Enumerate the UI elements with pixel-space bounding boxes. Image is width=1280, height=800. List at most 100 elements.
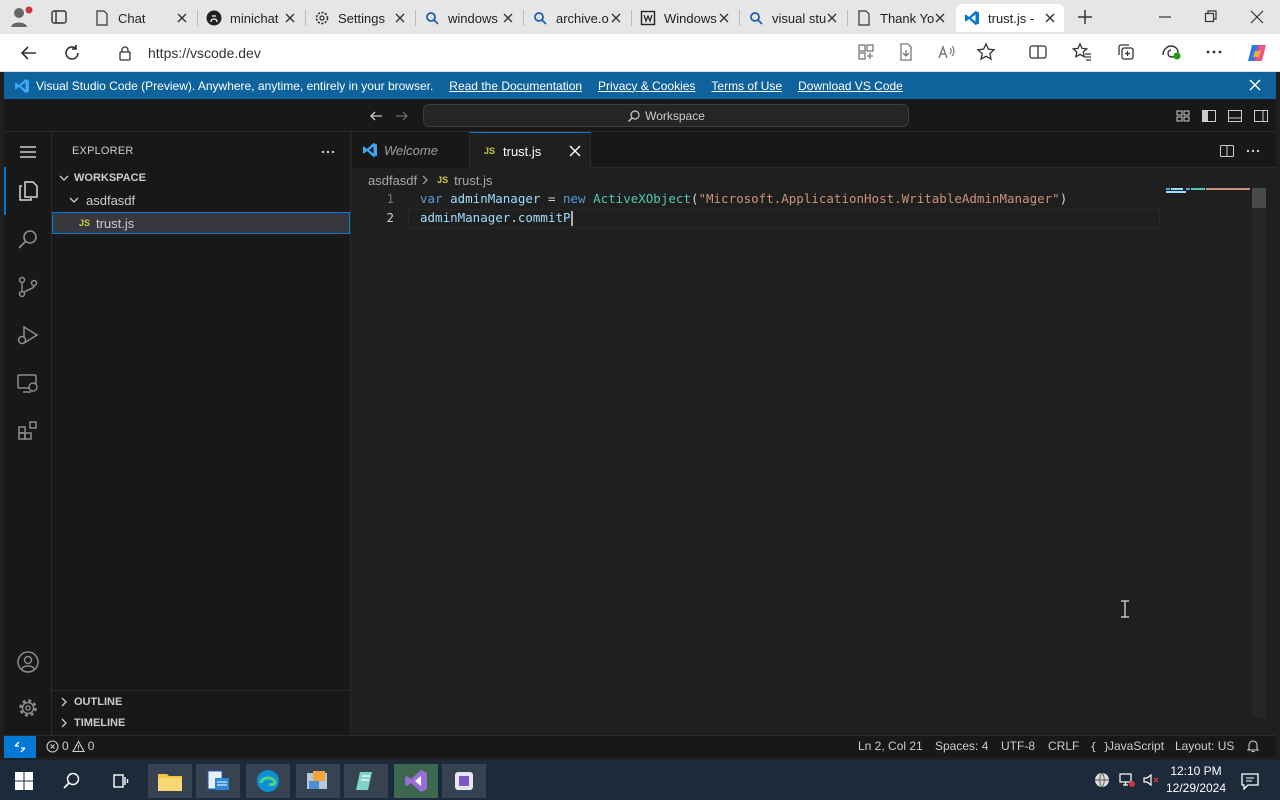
copilot-icon[interactable]: [1246, 42, 1268, 64]
search-icon[interactable]: [16, 227, 40, 251]
editor-tab-welcome[interactable]: Welcome: [352, 132, 470, 168]
favorite-star-icon[interactable]: [976, 42, 998, 64]
close-icon[interactable]: [1042, 10, 1058, 26]
file-explorer-icon[interactable]: [148, 764, 192, 798]
favorites-icon[interactable]: [1072, 42, 1094, 64]
terms-of-use-link[interactable]: Terms of Use: [711, 79, 782, 93]
extensions-icon[interactable]: [16, 419, 40, 443]
encoding[interactable]: UTF-8: [1001, 739, 1035, 753]
editor-tab-trust-js[interactable]: JS trust.js: [470, 132, 591, 169]
code-line[interactable]: adminManager.commitP: [420, 210, 573, 226]
new-tab-button[interactable]: [1076, 8, 1094, 26]
profile-icon[interactable]: [10, 6, 34, 28]
install-icon[interactable]: [896, 42, 918, 64]
browser-tab-trust-js[interactable]: trust.js -: [956, 4, 1064, 32]
folder-asdfasdf[interactable]: asdfasdf: [52, 189, 350, 211]
system-clock[interactable]: 12:10 PM 12/29/2024: [1164, 763, 1228, 797]
more-actions-icon[interactable]: [320, 144, 336, 160]
window-close-icon[interactable]: [1250, 8, 1264, 26]
split-editor-icon[interactable]: [1219, 143, 1235, 159]
notifications-bell-icon[interactable]: [1246, 739, 1260, 753]
app-installer-icon[interactable]: [296, 764, 340, 798]
file-trust-js[interactable]: JS trust.js: [52, 212, 350, 234]
close-icon[interactable]: [608, 10, 624, 26]
start-button[interactable]: [2, 764, 46, 798]
go-back-icon[interactable]: [368, 108, 384, 124]
taskbar-search-icon[interactable]: [50, 764, 94, 798]
editor-more-actions-icon[interactable]: [1245, 143, 1261, 159]
restore-icon[interactable]: [1204, 8, 1218, 26]
banner-close-icon[interactable]: [1248, 78, 1262, 92]
more-options-icon[interactable]: [1204, 42, 1226, 64]
manage-gear-icon[interactable]: [16, 696, 40, 720]
app-available-icon[interactable]: [856, 42, 878, 64]
toggle-panel-icon[interactable]: [1227, 108, 1243, 124]
source-control-icon[interactable]: [16, 275, 40, 299]
url-bar[interactable]: https://vscode.dev: [104, 38, 846, 68]
read-aloud-icon[interactable]: [936, 42, 958, 64]
tab-actions-icon[interactable]: [50, 8, 68, 26]
browser-essentials-icon[interactable]: [1160, 42, 1182, 64]
vertical-scrollbar[interactable]: [1252, 188, 1266, 718]
close-icon[interactable]: [392, 10, 408, 26]
close-icon[interactable]: [568, 144, 582, 158]
back-icon[interactable]: [18, 42, 40, 64]
refresh-icon[interactable]: [61, 42, 83, 64]
workspace-section-header[interactable]: WORKSPACE: [52, 167, 350, 189]
privacy-cookies-link[interactable]: Privacy & Cookies: [598, 79, 695, 93]
edge-browser-icon[interactable]: [246, 764, 290, 798]
browser-tab-windows[interactable]: windows: [416, 4, 522, 32]
indentation[interactable]: Spaces: 4: [935, 739, 988, 753]
close-icon[interactable]: [282, 10, 298, 26]
accounts-icon[interactable]: [16, 650, 40, 674]
browser-tab-chat[interactable]: Chat: [86, 4, 196, 32]
read-documentation-link[interactable]: Read the Documentation: [449, 79, 582, 93]
minimap[interactable]: [1166, 188, 1252, 194]
breadcrumb-folder[interactable]: asdfasdf: [368, 173, 417, 188]
breadcrumb-file[interactable]: trust.js: [454, 173, 492, 188]
close-icon[interactable]: [824, 10, 840, 26]
toggle-primary-sidebar-icon[interactable]: [1201, 108, 1217, 124]
task-view-icon[interactable]: [98, 764, 142, 798]
browser-tab-minichat[interactable]: minichat: [198, 4, 304, 32]
toggle-secondary-sidebar-icon[interactable]: [1253, 108, 1269, 124]
volume-muted-icon[interactable]: [1142, 772, 1160, 788]
download-vscode-link[interactable]: Download VS Code: [798, 79, 903, 93]
visual-studio-icon[interactable]: [394, 764, 438, 798]
minimize-icon[interactable]: [1158, 8, 1172, 26]
collections-icon[interactable]: [1116, 42, 1138, 64]
browser-tab-visual-studio[interactable]: visual stu: [740, 4, 846, 32]
explorer-icon[interactable]: [4, 167, 40, 215]
url-text[interactable]: https://vscode.dev: [148, 45, 261, 61]
end-of-line[interactable]: CRLF: [1048, 739, 1079, 753]
outline-section-header[interactable]: OUTLINE: [52, 690, 350, 712]
action-center-icon[interactable]: [1240, 772, 1260, 790]
browser-tab-archive[interactable]: archive.o: [524, 4, 630, 32]
language-mode[interactable]: JavaScript: [1108, 739, 1164, 753]
notepad-icon[interactable]: [344, 764, 388, 798]
code-line[interactable]: var adminManager = new ActiveXObject("Mi…: [420, 191, 1067, 206]
lock-icon[interactable]: [118, 45, 132, 61]
media-app-icon[interactable]: [442, 764, 486, 798]
problems-indicator[interactable]: 0 0: [46, 739, 94, 753]
scrollbar-thumb[interactable]: [1252, 188, 1266, 208]
split-screen-icon[interactable]: [1028, 42, 1050, 64]
close-icon[interactable]: [932, 10, 948, 26]
keyboard-layout[interactable]: Layout: US: [1175, 739, 1234, 753]
go-forward-icon[interactable]: [394, 108, 410, 124]
remote-explorer-icon[interactable]: [16, 371, 40, 395]
close-icon[interactable]: [716, 10, 732, 26]
document-viewer-icon[interactable]: [196, 764, 240, 798]
cursor-position[interactable]: Ln 2, Col 21: [858, 739, 923, 753]
close-icon[interactable]: [500, 10, 516, 26]
remote-indicator[interactable]: [4, 736, 36, 758]
browser-tab-settings[interactable]: Settings: [306, 4, 414, 32]
browser-tab-thank-you[interactable]: Thank Yo: [848, 4, 954, 32]
close-icon[interactable]: [174, 10, 190, 26]
customize-layout-icon[interactable]: [1175, 108, 1191, 124]
menu-icon[interactable]: [16, 140, 40, 164]
timeline-section-header[interactable]: TIMELINE: [52, 712, 350, 734]
command-center[interactable]: Workspace: [423, 104, 909, 127]
run-debug-icon[interactable]: [16, 323, 40, 347]
browser-tab-windows-wiki[interactable]: Windows: [632, 4, 738, 32]
